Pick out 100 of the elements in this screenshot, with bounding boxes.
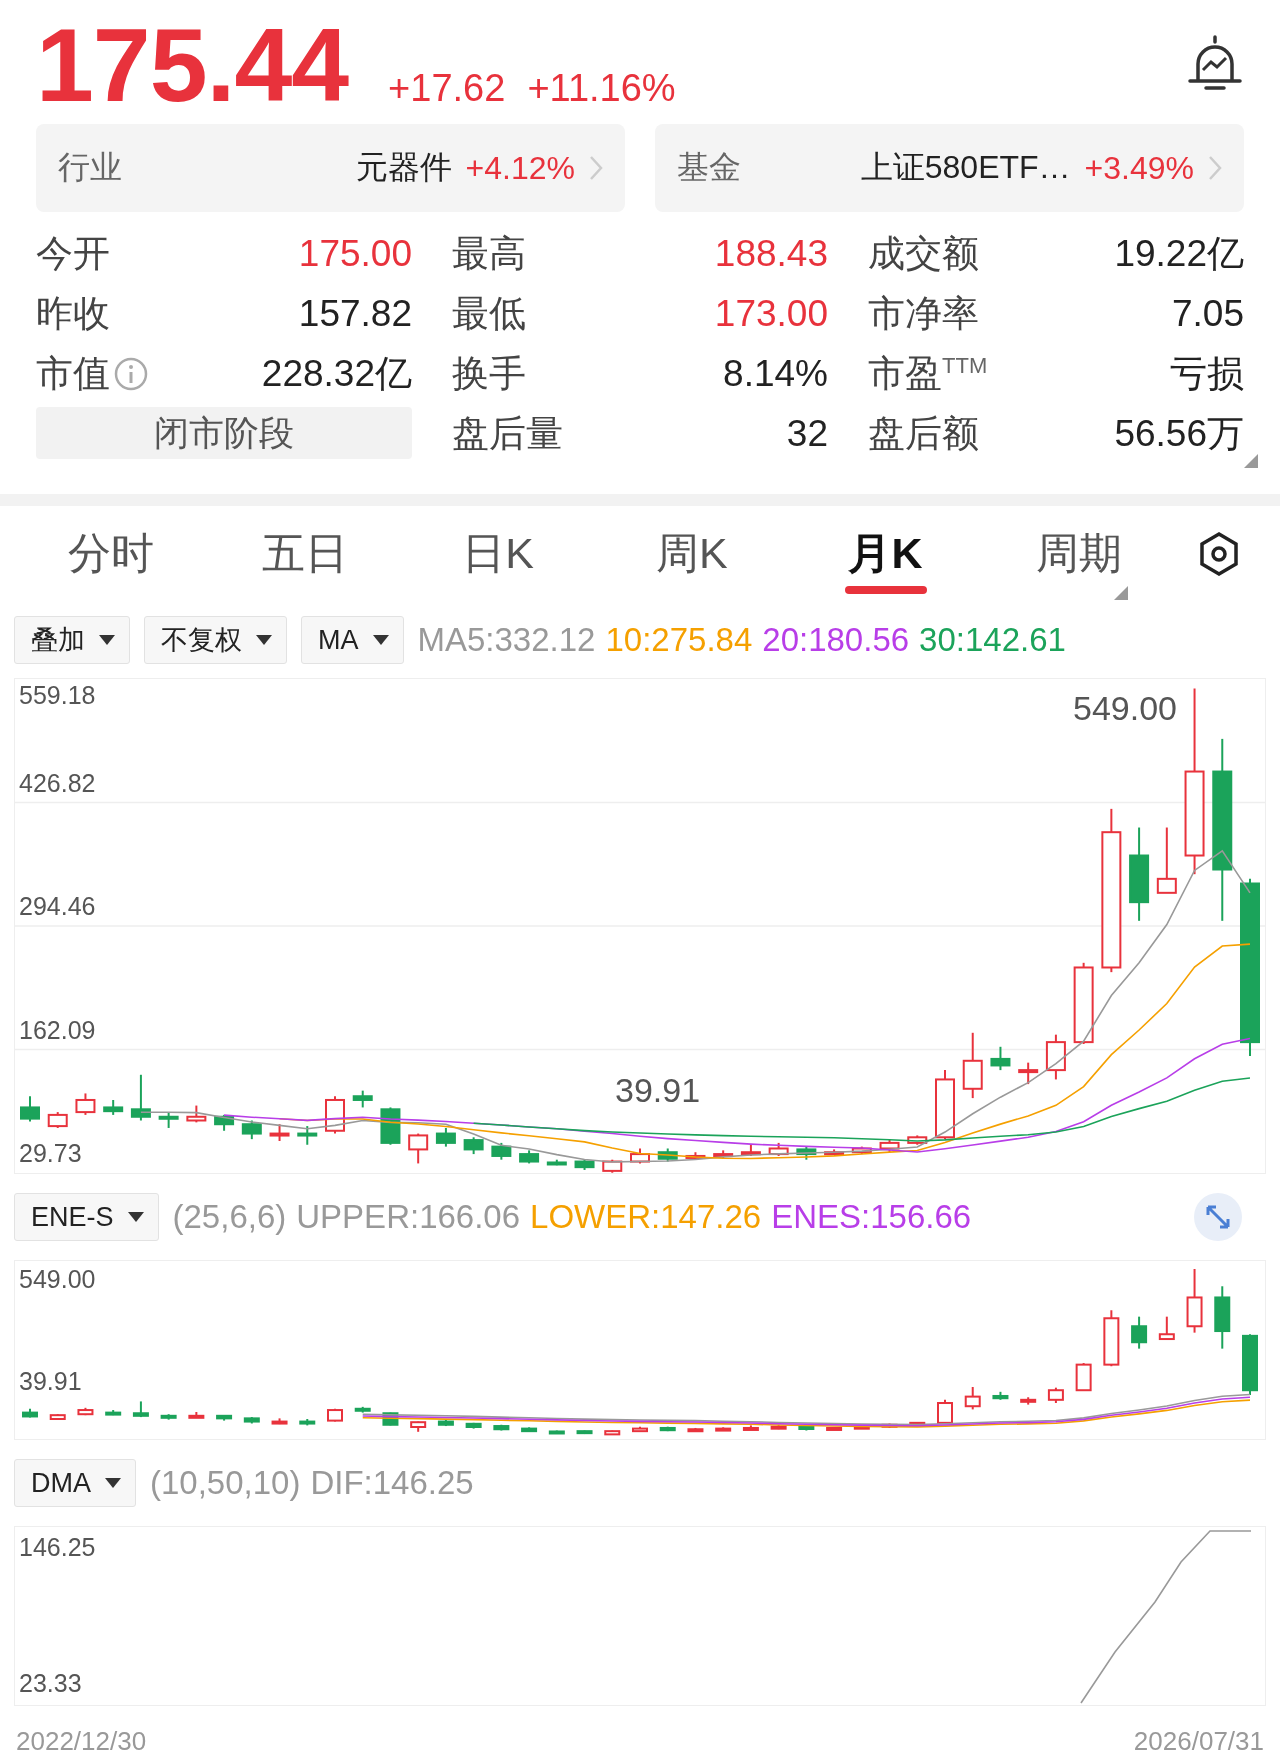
- candlestick: [1020, 1396, 1037, 1406]
- candlestick: [907, 1134, 928, 1146]
- candlestick: [325, 1095, 345, 1135]
- candlestick: [352, 1089, 373, 1109]
- stat-value: 228.32亿: [261, 352, 412, 396]
- candlestick: [685, 1151, 706, 1161]
- dropdown-button[interactable]: 不复权: [144, 616, 287, 664]
- candlestick: [1075, 1362, 1092, 1392]
- info-icon[interactable]: [114, 357, 148, 391]
- candlestick: [935, 1069, 955, 1141]
- candlestick: [410, 1420, 427, 1433]
- stat-label: 市净率: [868, 292, 979, 336]
- candlestick: [715, 1426, 732, 1432]
- card-change: +3.49%: [1084, 149, 1194, 187]
- candlestick: [214, 1113, 235, 1132]
- candlestick: [962, 1031, 983, 1100]
- candlestick: [243, 1416, 260, 1425]
- stat-value: 56.56万: [1114, 412, 1244, 456]
- candlestick: [853, 1425, 870, 1430]
- indicator-value: ENES:156.66: [771, 1198, 972, 1236]
- indicator-params: (25,6,6): [172, 1198, 287, 1236]
- candlestick: [630, 1147, 650, 1165]
- candlestick: [1242, 1333, 1258, 1396]
- candlestick: [796, 1145, 817, 1161]
- candlestick: [798, 1425, 815, 1432]
- chevron-icon: [1208, 155, 1222, 181]
- candlestick: [435, 1126, 456, 1148]
- stat-value: 7.05: [1172, 293, 1244, 335]
- axis-label: 426.82: [19, 768, 96, 798]
- dropdown-button[interactable]: 叠加: [14, 616, 130, 664]
- candlestick: [186, 1104, 207, 1124]
- price-change: +17.62: [388, 67, 506, 110]
- candlestick: [742, 1424, 759, 1431]
- period-tab[interactable]: 周K: [595, 514, 789, 594]
- candlestick: [1158, 1315, 1175, 1341]
- stat-label: 今开: [36, 232, 110, 276]
- corner-triangle-icon[interactable]: [1244, 454, 1258, 468]
- period-tab[interactable]: 分时: [14, 514, 208, 594]
- candlestick: [103, 1098, 124, 1116]
- axis-label: 23.33: [19, 1669, 82, 1698]
- axis-label: 39.91: [19, 1367, 82, 1396]
- candlestick: [1214, 1285, 1231, 1350]
- period-tab[interactable]: 日K: [401, 514, 595, 594]
- candlestick: [1103, 1309, 1120, 1368]
- candlestick: [521, 1426, 538, 1433]
- candlestick: [188, 1410, 205, 1419]
- card-label: 基金: [677, 148, 741, 187]
- axis-label: 294.46: [19, 892, 96, 921]
- stat-label: 市值: [36, 352, 110, 396]
- stat-value: 188.43: [714, 233, 828, 275]
- candlestick: [75, 1092, 96, 1116]
- candlestick: [130, 1073, 151, 1122]
- dropdown-button[interactable]: MA: [301, 616, 404, 664]
- indicator-value: MA5:332.12: [417, 621, 596, 659]
- candlestick: [1018, 1061, 1039, 1086]
- indicator-value: UPPER:166.06: [296, 1198, 521, 1236]
- candlestick: [382, 1411, 399, 1427]
- candlestick: [216, 1414, 233, 1422]
- candlestick: [465, 1421, 482, 1430]
- card-title: 元器件: [355, 148, 452, 187]
- expand-icon[interactable]: [1194, 1193, 1242, 1241]
- sector-card[interactable]: 基金 上证580ETF… +3.49%: [655, 124, 1244, 212]
- candlestick: [160, 1413, 177, 1421]
- candlestick: [964, 1386, 981, 1411]
- axis-label: 559.18: [19, 681, 96, 710]
- stock-price: 175.44: [36, 6, 349, 125]
- stat-label: 最低: [452, 292, 526, 336]
- candlestick: [491, 1141, 512, 1161]
- indicator-value: 20:180.56: [762, 621, 910, 659]
- candlestick: [20, 1095, 40, 1123]
- indicator-params: (10,50,10): [150, 1464, 301, 1502]
- indicator-value: LOWER:147.26: [530, 1198, 762, 1236]
- period-tab[interactable]: 周期: [982, 514, 1177, 594]
- period-tab[interactable]: 五日: [207, 514, 402, 594]
- chevron-icon: [589, 155, 603, 181]
- stat-label: 成交额: [868, 232, 979, 276]
- candlestick: [132, 1400, 149, 1419]
- candlestick: [519, 1149, 540, 1165]
- stat-value: 157.82: [298, 293, 412, 335]
- date-label: 2026/07/31: [1133, 1726, 1264, 1757]
- corner-triangle-icon[interactable]: [1114, 586, 1128, 600]
- stat-value: 亏损: [1170, 352, 1244, 396]
- candlestick: [354, 1405, 371, 1414]
- candlestick: [299, 1418, 316, 1427]
- candlestick: [824, 1148, 845, 1156]
- market-phase-button[interactable]: 闭市阶段: [36, 407, 412, 459]
- caret-icon: [127, 1212, 144, 1222]
- card-title: 上证580ETF…: [860, 148, 1071, 187]
- dropdown-button[interactable]: DMA: [14, 1459, 136, 1507]
- candlestick: [546, 1158, 567, 1167]
- stat-value: 19.22亿: [1114, 232, 1244, 276]
- caret-icon: [105, 1478, 121, 1488]
- dropdown-button[interactable]: ENE-S: [14, 1193, 159, 1241]
- candlestick: [826, 1426, 843, 1431]
- sector-card[interactable]: 行业 元器件 +4.12%: [36, 124, 625, 212]
- candlestick: [659, 1425, 676, 1433]
- stat-label: 昨收: [36, 292, 110, 336]
- caret-icon: [372, 635, 389, 645]
- candlestick: [770, 1423, 787, 1431]
- period-tab[interactable]: 月K: [788, 514, 983, 594]
